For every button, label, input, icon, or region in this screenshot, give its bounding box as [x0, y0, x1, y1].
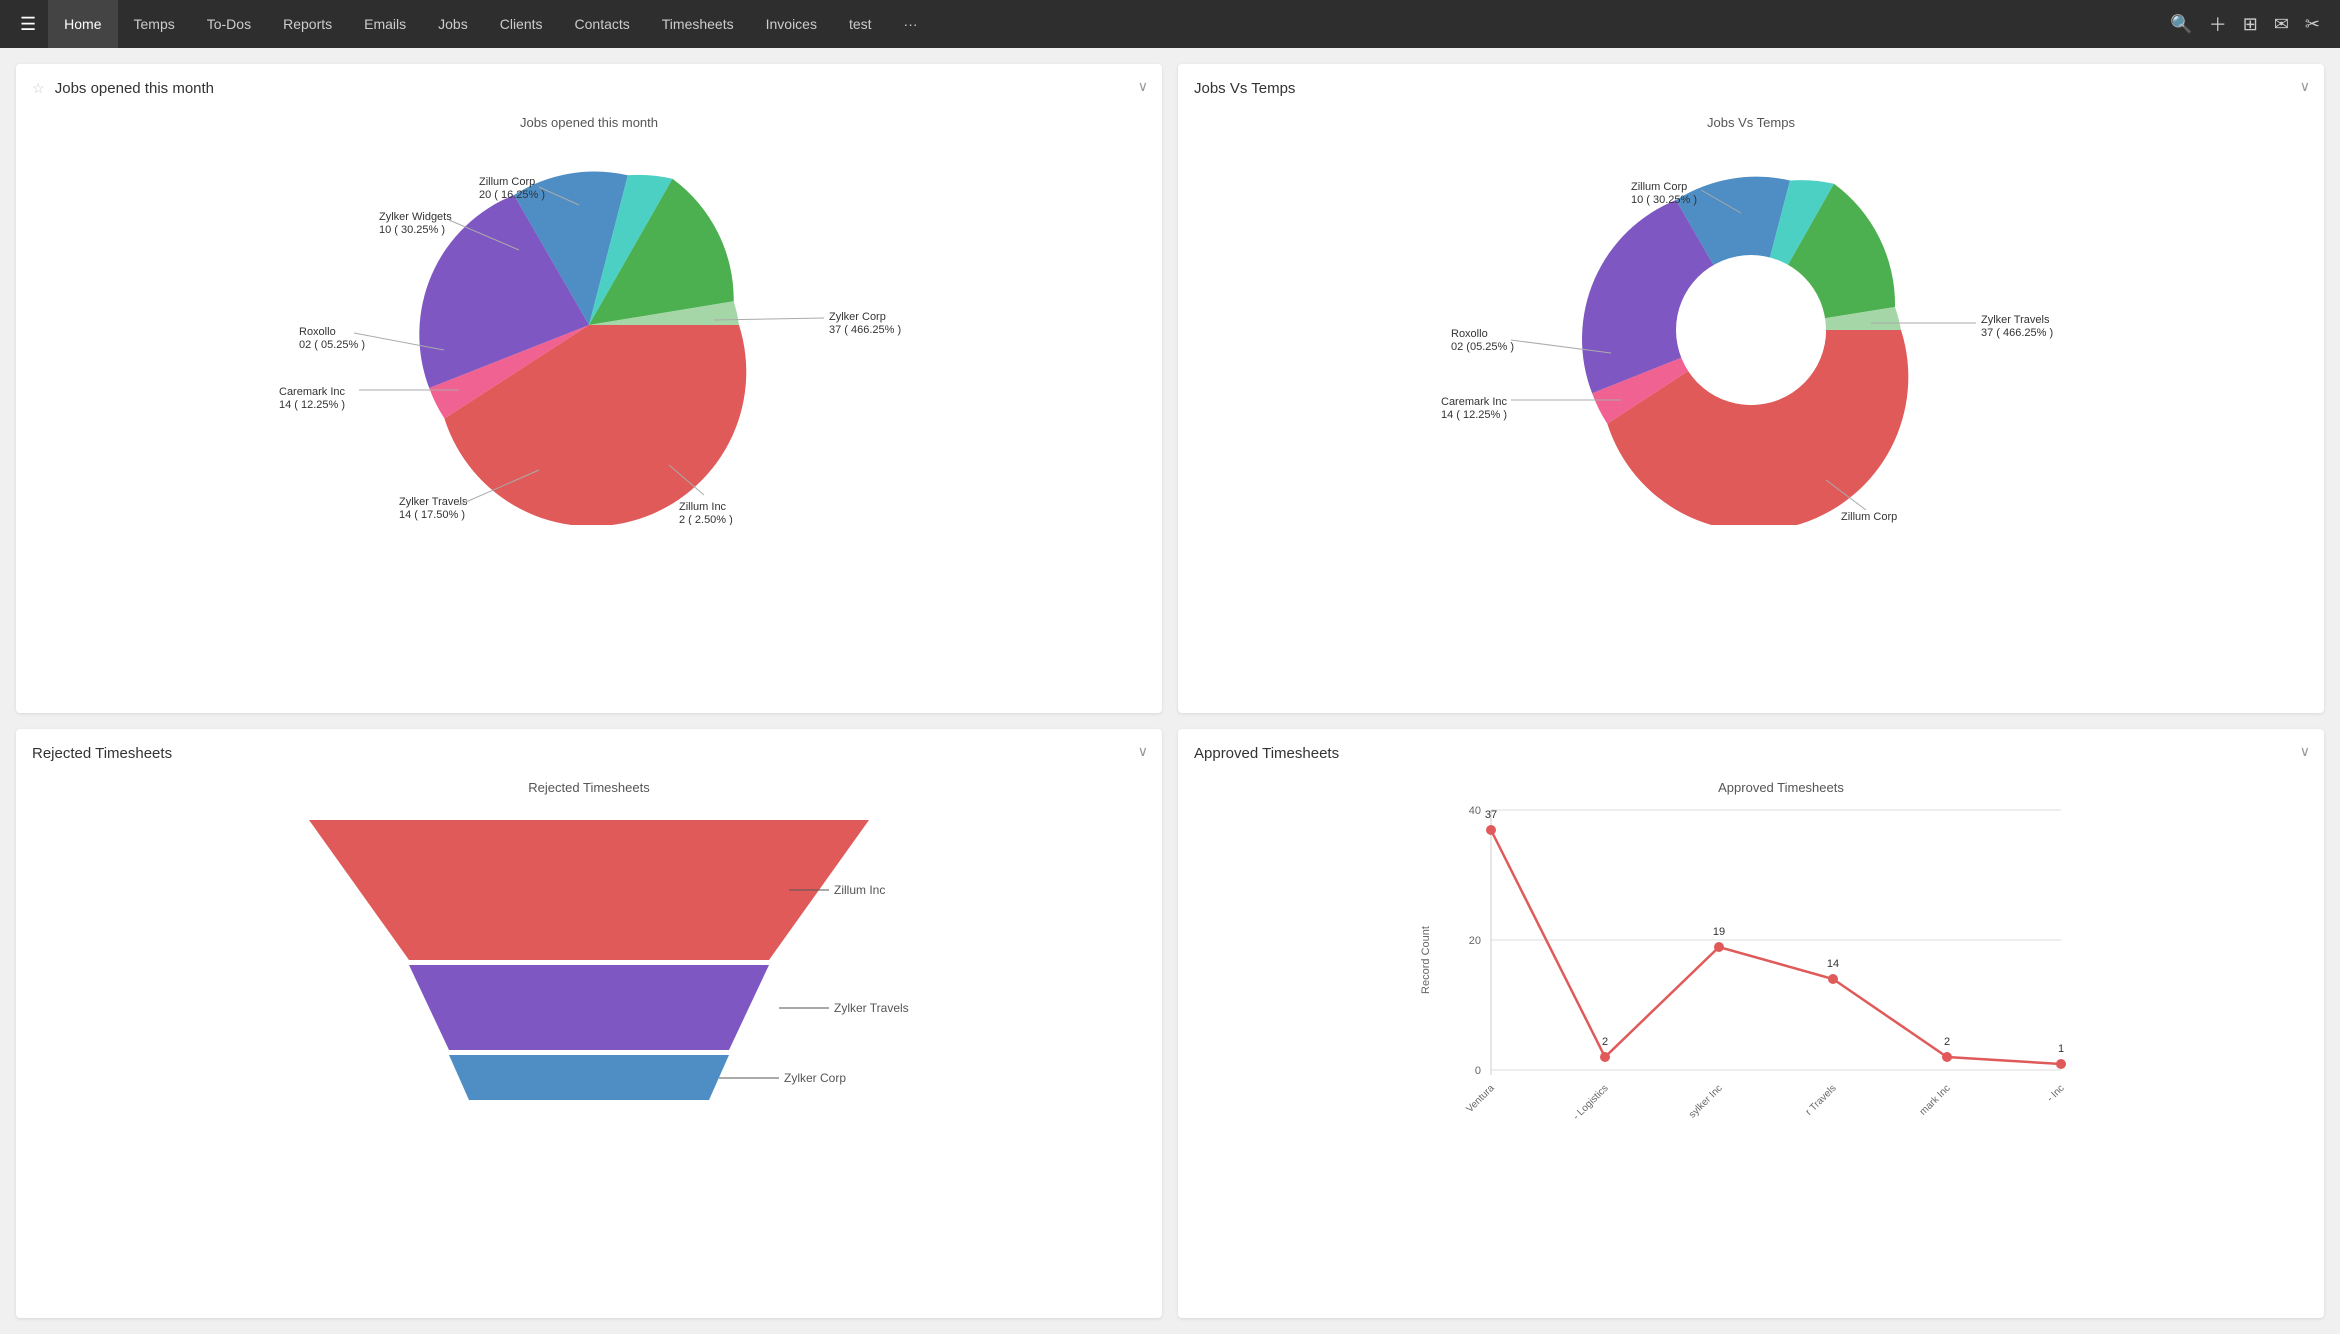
funnel-chart-area: Rejected Timesheets Zillum Inc Zylker Tr…: [32, 770, 1146, 1130]
pie1-label-zillum-corp: Zillum Corp: [479, 176, 535, 188]
x-label-1: - Logistics: [1571, 1083, 1611, 1123]
svg-text:14 ( 17.50% ): 14 ( 17.50% ): [399, 509, 465, 521]
value-label-3: 14: [1827, 958, 1839, 970]
nav-more[interactable]: ···: [888, 0, 934, 48]
jobs-vs-temps-title: Jobs Vs Temps: [1194, 80, 2308, 97]
x-label-3: r Travels: [1804, 1083, 1839, 1118]
funnel-layer-zylker-travels[interactable]: [409, 965, 769, 1050]
nav-home[interactable]: Home: [48, 0, 117, 48]
donut-chart: Jobs Vs Temps Zylke: [1411, 105, 2091, 525]
x-label-0: Ventura: [1464, 1083, 1496, 1115]
pie1-label-zillum-inc: Zillum Inc: [679, 501, 727, 513]
svg-text:02 ( 05.25% ): 02 ( 05.25% ): [299, 339, 365, 351]
search-icon[interactable]: 🔍: [2170, 14, 2192, 35]
svg-text:37 ( 466.25% ): 37 ( 466.25% ): [1981, 327, 2053, 339]
funnel-layer-zillum-inc[interactable]: [309, 820, 869, 960]
svg-text:02 ( 2.50% ): 02 ( 2.50% ): [1841, 524, 1901, 525]
y-axis-label: Record Count: [1420, 926, 1432, 994]
layout-icon[interactable]: ⊞: [2243, 14, 2258, 35]
svg-text:20: 20: [1469, 935, 1481, 947]
svg-text:20 ( 16.25% ): 20 ( 16.25% ): [479, 189, 545, 201]
line-chart-title: Approved Timesheets: [1718, 780, 1844, 795]
approved-timesheets-card: Approved Timesheets ∨ Approved Timesheet…: [1178, 729, 2324, 1318]
svg-text:Roxollo: Roxollo: [1451, 328, 1488, 340]
collapse-chevron-3[interactable]: ∨: [1138, 743, 1148, 760]
pie-chart-1-area: Jobs opened this month Zylker Corp 37: [32, 105, 1146, 525]
value-label-1: 2: [1602, 1036, 1608, 1048]
nav-clients[interactable]: Clients: [484, 0, 559, 48]
nav-contacts[interactable]: Contacts: [559, 0, 646, 48]
value-label-2: 19: [1713, 926, 1725, 938]
data-point-5[interactable]: [2056, 1059, 2066, 1069]
nav-jobs[interactable]: Jobs: [422, 0, 484, 48]
navbar: ☰ Home Temps To-Dos Reports Emails Jobs …: [0, 0, 2340, 48]
data-point-0[interactable]: [1486, 825, 1496, 835]
svg-text:10 ( 30.25% ): 10 ( 30.25% ): [379, 224, 445, 236]
nav-emails[interactable]: Emails: [348, 0, 422, 48]
value-label-5: 1: [2058, 1043, 2064, 1055]
data-point-2[interactable]: [1714, 942, 1724, 952]
jobs-opened-title: ☆ Jobs opened this month: [32, 80, 1146, 97]
nav-invoices[interactable]: Invoices: [750, 0, 833, 48]
data-point-1[interactable]: [1600, 1052, 1610, 1062]
line-chart-area: Approved Timesheets Record Count 0 20 40: [1194, 770, 2308, 1130]
value-label-4: 2: [1944, 1036, 1950, 1048]
x-label-2: sylker Inc: [1687, 1083, 1725, 1121]
hamburger-icon[interactable]: ☰: [8, 14, 48, 35]
scissors-icon[interactable]: ✂: [2305, 14, 2320, 35]
pie1-label-roxollo: Roxollo: [299, 326, 336, 338]
x-label-5: - Inc: [2045, 1083, 2067, 1105]
collapse-chevron-2[interactable]: ∨: [2300, 78, 2310, 95]
svg-text:14 ( 12.25% ): 14 ( 12.25% ): [1441, 409, 1507, 421]
add-icon[interactable]: ＋: [2209, 11, 2227, 37]
funnel-label-zylker-corp: Zylker Corp: [784, 1071, 846, 1085]
nav-test[interactable]: test: [833, 0, 888, 48]
pie1-label-zylker-widgets: Zylker Widgets: [379, 211, 452, 223]
nav-todos[interactable]: To-Dos: [191, 0, 267, 48]
funnel-chart: Rejected Timesheets Zillum Inc Zylker Tr…: [249, 770, 929, 1130]
donut-chart-title: Jobs Vs Temps: [1707, 115, 1795, 130]
nav-temps[interactable]: Temps: [118, 0, 191, 48]
svg-text:37 ( 466.25% ): 37 ( 466.25% ): [829, 324, 901, 336]
jobs-opened-card: ☆ Jobs opened this month ∨ Jobs opened t…: [16, 64, 1162, 713]
rejected-timesheets-card: Rejected Timesheets ∨ Rejected Timesheet…: [16, 729, 1162, 1318]
svg-text:2 ( 2.50% ): 2 ( 2.50% ): [679, 514, 733, 525]
nav-timesheets[interactable]: Timesheets: [646, 0, 750, 48]
funnel-label-zylker-travels: Zylker Travels: [834, 1001, 909, 1015]
donut-chart-area: Jobs Vs Temps Zylke: [1194, 105, 2308, 525]
collapse-chevron-4[interactable]: ∨: [2300, 743, 2310, 760]
funnel-layer-zylker-corp[interactable]: [449, 1055, 729, 1100]
funnel-label-zillum-inc: Zillum Inc: [834, 883, 885, 897]
dashboard: ☆ Jobs opened this month ∨ Jobs opened t…: [0, 48, 2340, 1334]
data-point-4[interactable]: [1942, 1052, 1952, 1062]
approved-timesheets-title: Approved Timesheets: [1194, 745, 2308, 762]
svg-text:0: 0: [1475, 1065, 1481, 1077]
funnel-chart-title: Rejected Timesheets: [528, 780, 650, 795]
svg-text:Zillum Corp: Zillum Corp: [1841, 511, 1897, 523]
star-icon: ☆: [32, 80, 45, 96]
line-chart-series: [1491, 830, 2061, 1064]
svg-text:02 (05.25% ): 02 (05.25% ): [1451, 341, 1514, 353]
collapse-chevron[interactable]: ∨: [1138, 78, 1148, 95]
rejected-timesheets-title: Rejected Timesheets: [32, 745, 1146, 762]
value-label-0: 37: [1485, 809, 1497, 821]
data-point-3[interactable]: [1828, 974, 1838, 984]
pie1-label-zylker-corp: Zylker Corp: [829, 311, 886, 323]
nav-reports[interactable]: Reports: [267, 0, 348, 48]
svg-text:Caremark Inc: Caremark Inc: [1441, 396, 1508, 408]
svg-text:Zillum Corp: Zillum Corp: [1631, 181, 1687, 193]
line-chart: Approved Timesheets Record Count 0 20 40: [1411, 770, 2091, 1130]
pie-chart-1: Jobs opened this month Zylker Corp 37: [249, 105, 929, 525]
pie1-label-zylker-travels: Zylker Travels: [399, 496, 468, 508]
jobs-vs-temps-card: Jobs Vs Temps ∨ Jobs Vs Temps: [1178, 64, 2324, 713]
email-icon[interactable]: ✉: [2274, 14, 2289, 35]
svg-text:Zylker Travels: Zylker Travels: [1981, 314, 2050, 326]
x-label-4: mark Inc: [1918, 1083, 1953, 1118]
pie1-label-caremark: Caremark Inc: [279, 386, 346, 398]
svg-text:40: 40: [1469, 805, 1481, 817]
svg-text:14 ( 12.25% ): 14 ( 12.25% ): [279, 399, 345, 411]
pie1-chart-title: Jobs opened this month: [520, 115, 658, 130]
svg-text:10 ( 30.25% ): 10 ( 30.25% ): [1631, 194, 1697, 206]
